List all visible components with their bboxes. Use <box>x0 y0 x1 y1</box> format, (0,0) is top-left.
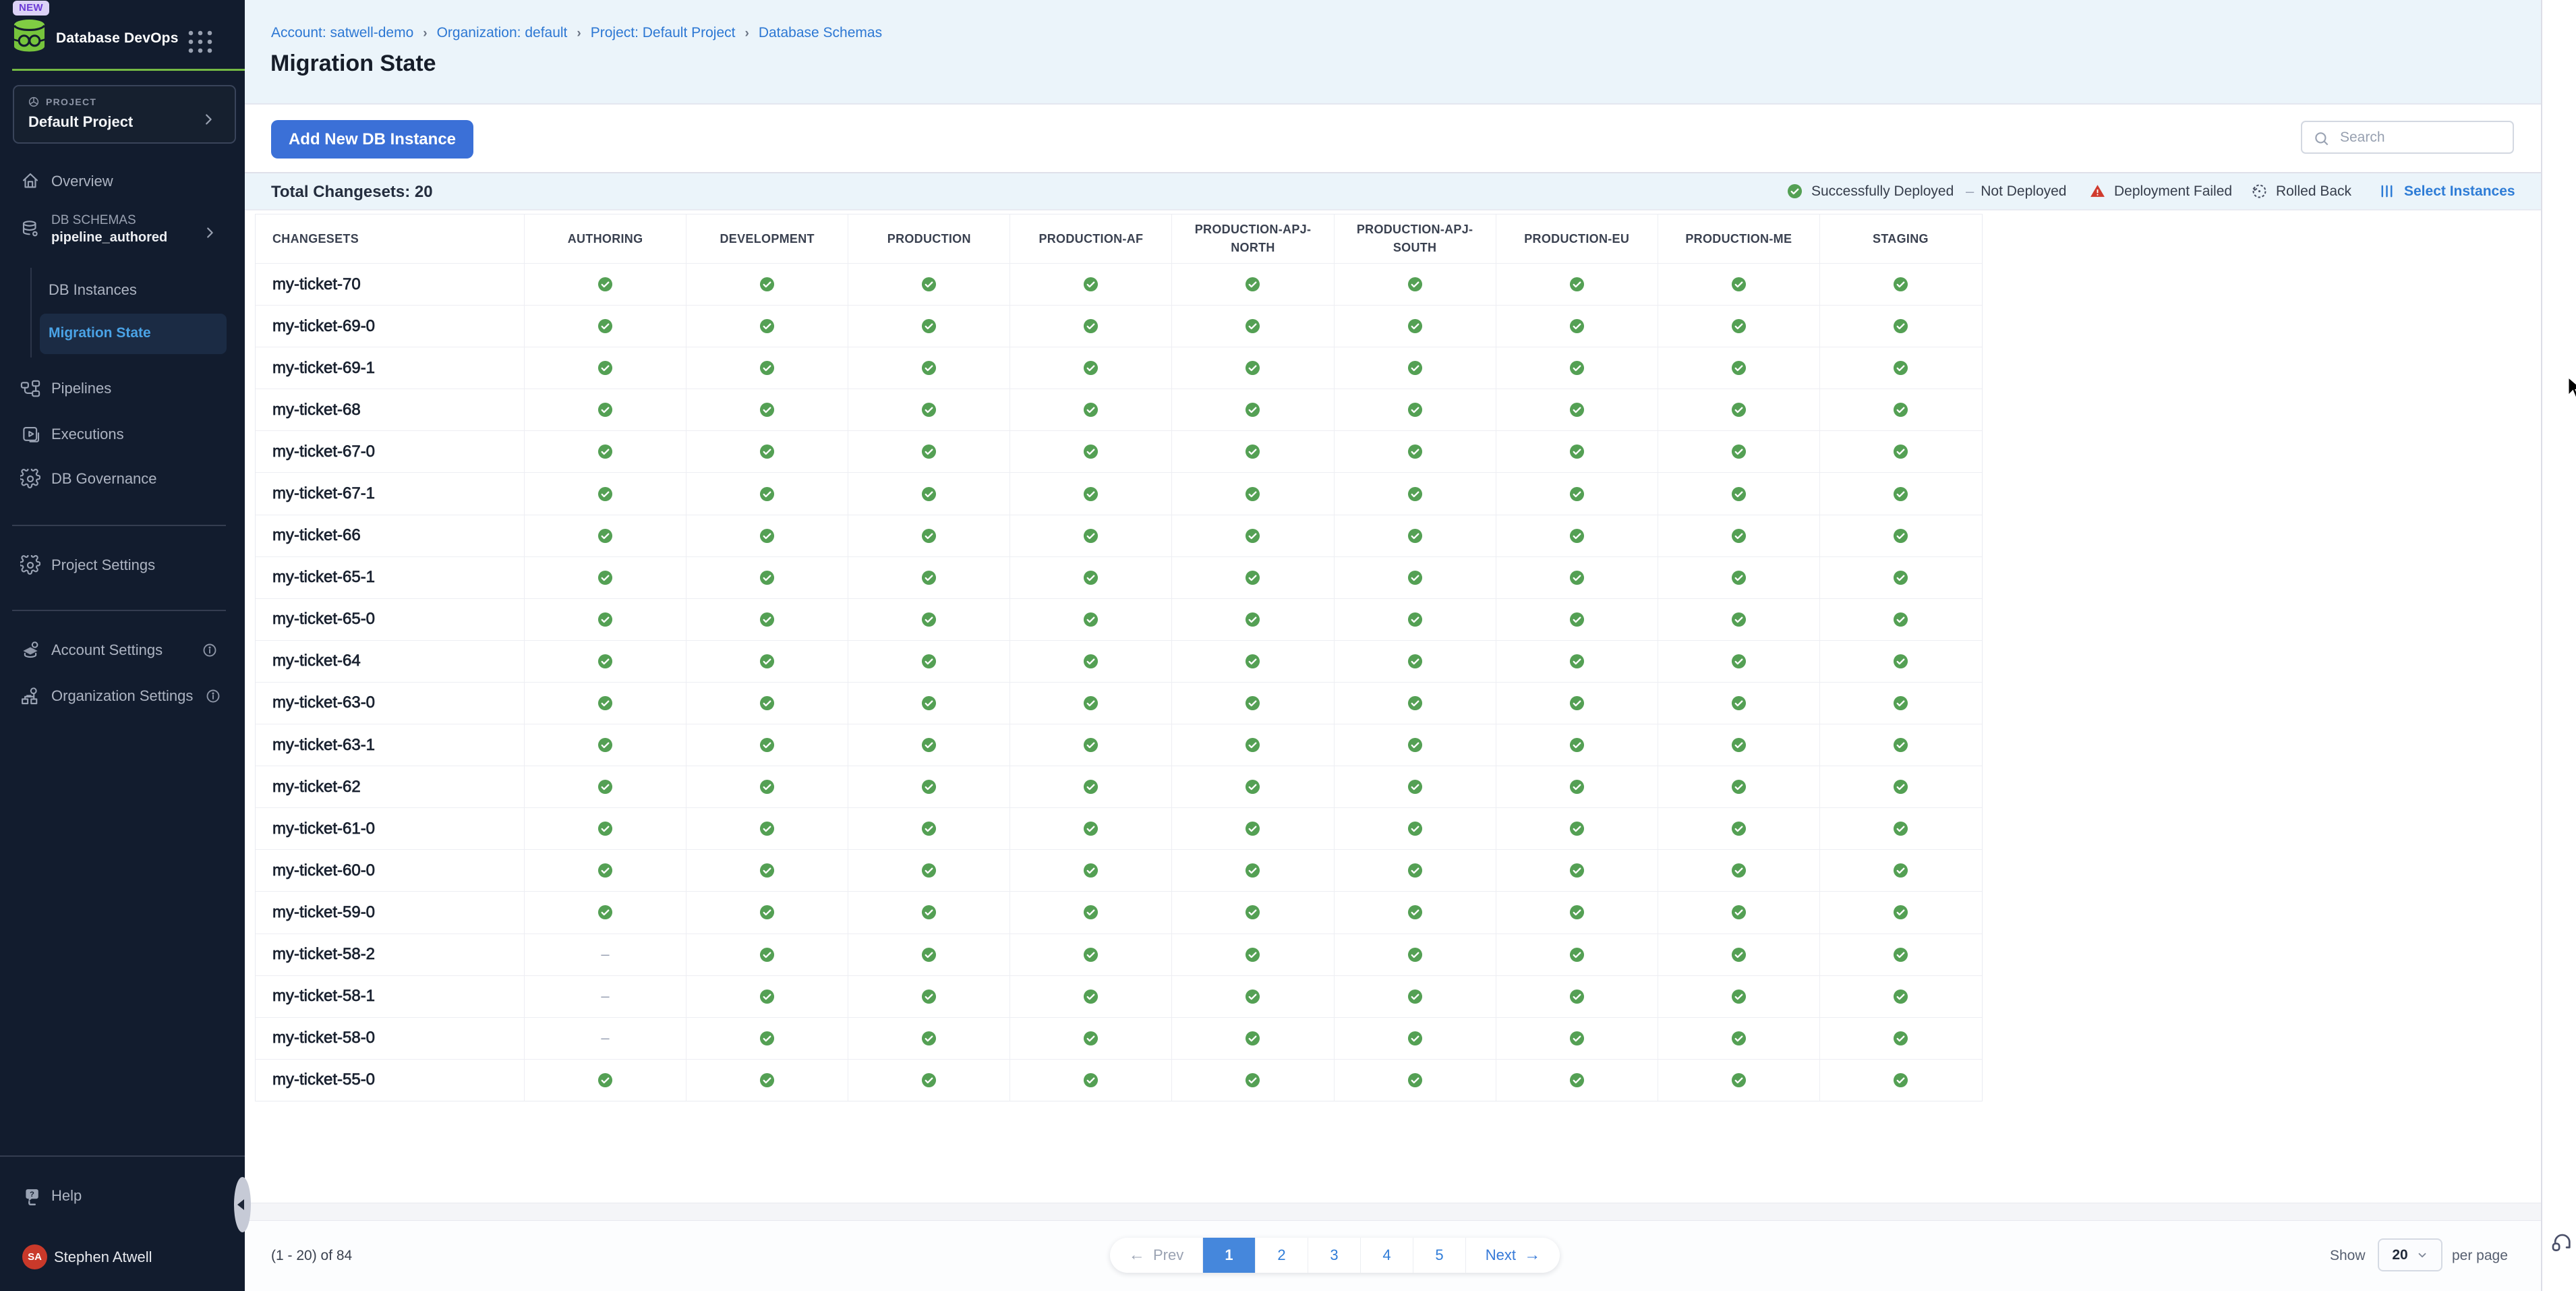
svg-text:?: ? <box>30 1190 34 1199</box>
